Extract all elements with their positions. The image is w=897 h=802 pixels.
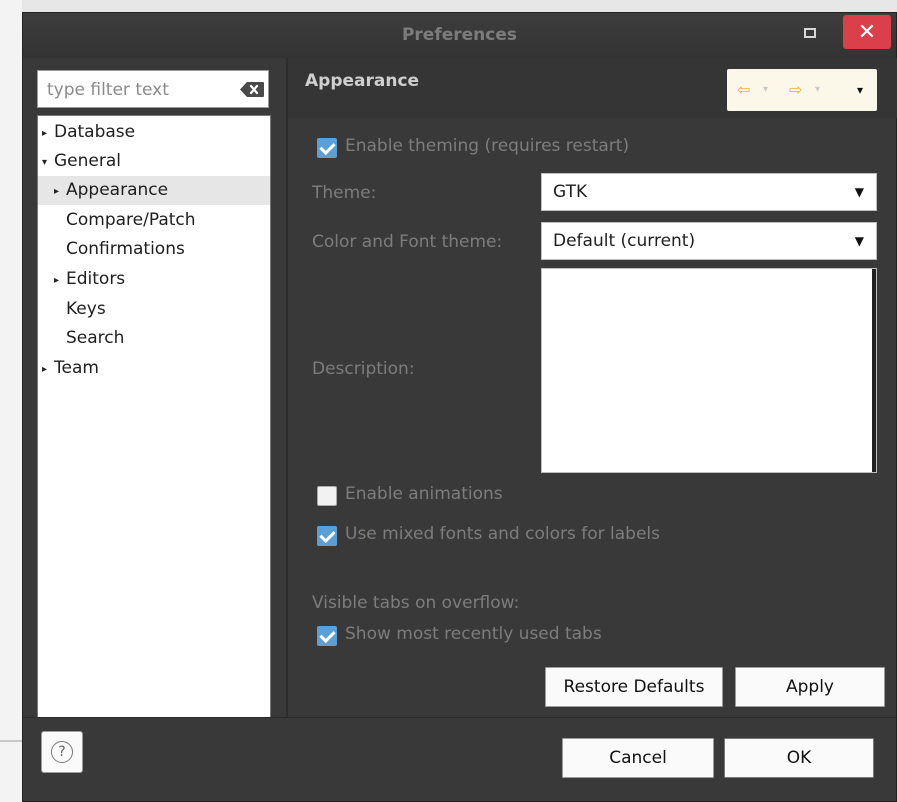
tree-item-label: Appearance — [66, 180, 169, 200]
apply-button[interactable]: Apply — [735, 667, 885, 707]
theme-value: GTK — [553, 182, 588, 202]
expand-arrow-icon[interactable]: ▸ — [42, 119, 54, 148]
back-arrow-icon[interactable]: ⇦ — [737, 80, 750, 99]
chevron-down-icon: ▼ — [854, 185, 864, 199]
title-bar[interactable]: Preferences ✕ — [23, 13, 896, 58]
expand-arrow-icon[interactable]: ▸ — [54, 266, 66, 295]
expand-arrow-icon[interactable]: ▸ — [42, 355, 54, 384]
tree-item-label: Search — [66, 328, 125, 348]
tree-item-confirmations[interactable]: Confirmations — [38, 235, 270, 264]
tree-item-label: Database — [54, 122, 136, 142]
back-history-dropdown-icon[interactable]: ▾ — [763, 84, 768, 95]
preferences-dialog: Preferences ✕ ▸Database ▾General ▸Appear… — [22, 12, 897, 802]
mixed-fonts-checkbox[interactable] — [317, 526, 337, 546]
tree-item-label: Keys — [66, 299, 106, 319]
tree-item-general[interactable]: ▾ General — [38, 147, 270, 176]
close-icon: ✕ — [857, 19, 877, 45]
tree-item-compare-patch[interactable]: Compare/Patch — [38, 206, 270, 235]
preferences-tree: ▸ Database ▾ General ▸ Appearance Compare/P… — [37, 115, 271, 718]
background-strip — [0, 0, 22, 802]
help-button[interactable]: ? — [41, 731, 83, 773]
tree-item-editors[interactable]: ▸ Editors — [38, 265, 270, 294]
close-button[interactable]: ✕ — [843, 15, 891, 49]
tree-item-database[interactable]: ▸ Database — [38, 118, 270, 147]
description-box — [541, 268, 877, 473]
tree-item-label: Editors — [66, 269, 126, 289]
tree-item-label: Compare/Patch — [66, 210, 196, 230]
chevron-down-icon: ▼ — [854, 234, 864, 248]
tree-item-label: General — [54, 151, 121, 171]
forward-history-dropdown-icon[interactable]: ▾ — [815, 84, 820, 95]
color-font-theme-value: Default (current) — [553, 231, 696, 251]
ok-button[interactable]: OK — [724, 738, 874, 778]
view-menu-icon[interactable]: ▾ — [857, 83, 863, 97]
cancel-button[interactable]: Cancel — [562, 738, 714, 778]
description-label: Description: — [312, 359, 415, 379]
tree-item-search[interactable]: Search — [38, 324, 270, 353]
help-icon: ? — [51, 741, 73, 763]
visible-tabs-heading: Visible tabs on overflow: — [312, 593, 520, 613]
tree-item-label: Confirmations — [66, 239, 185, 259]
color-font-theme-select[interactable]: Default (current) ▼ — [541, 222, 877, 260]
button-bar-separator — [23, 717, 896, 718]
page-title: Appearance — [305, 71, 420, 91]
forward-arrow-icon[interactable]: ⇨ — [789, 80, 802, 99]
show-recent-tabs-checkbox[interactable] — [317, 626, 337, 646]
show-recent-tabs-label[interactable]: Show most recently used tabs — [345, 624, 602, 644]
enable-theming-label[interactable]: Enable theming (requires restart) — [345, 136, 629, 156]
description-scrollbar[interactable] — [872, 269, 876, 472]
enable-animations-label[interactable]: Enable animations — [345, 484, 503, 504]
theme-label: Theme: — [312, 183, 377, 203]
collapse-arrow-icon[interactable]: ▾ — [42, 148, 54, 177]
tree-item-team[interactable]: ▸ Team — [38, 354, 270, 383]
color-font-theme-label: Color and Font theme: — [312, 232, 503, 252]
filter-field[interactable] — [37, 70, 269, 109]
enable-theming-checkbox[interactable] — [317, 138, 337, 158]
theme-select[interactable]: GTK ▼ — [541, 173, 877, 211]
pane-divider[interactable] — [286, 58, 288, 718]
expand-arrow-icon[interactable]: ▸ — [54, 177, 66, 206]
tree-item-appearance[interactable]: ▸ Appearance — [38, 176, 270, 205]
tree-item-keys[interactable]: Keys — [38, 295, 270, 324]
navigation-toolbar: ⇦ ▾ ⇨ ▾ ▾ — [727, 69, 877, 111]
mixed-fonts-label[interactable]: Use mixed fonts and colors for labels — [345, 524, 660, 544]
window-title: Preferences — [401, 25, 518, 45]
enable-animations-checkbox[interactable] — [317, 486, 337, 506]
tree-item-label: Team — [54, 358, 99, 378]
restore-defaults-button[interactable]: Restore Defaults — [545, 667, 723, 707]
maximize-button[interactable] — [795, 19, 825, 47]
filter-input[interactable] — [38, 71, 229, 109]
maximize-icon — [804, 28, 816, 38]
background-divider — [0, 740, 22, 742]
clear-filter-icon[interactable] — [240, 82, 264, 97]
